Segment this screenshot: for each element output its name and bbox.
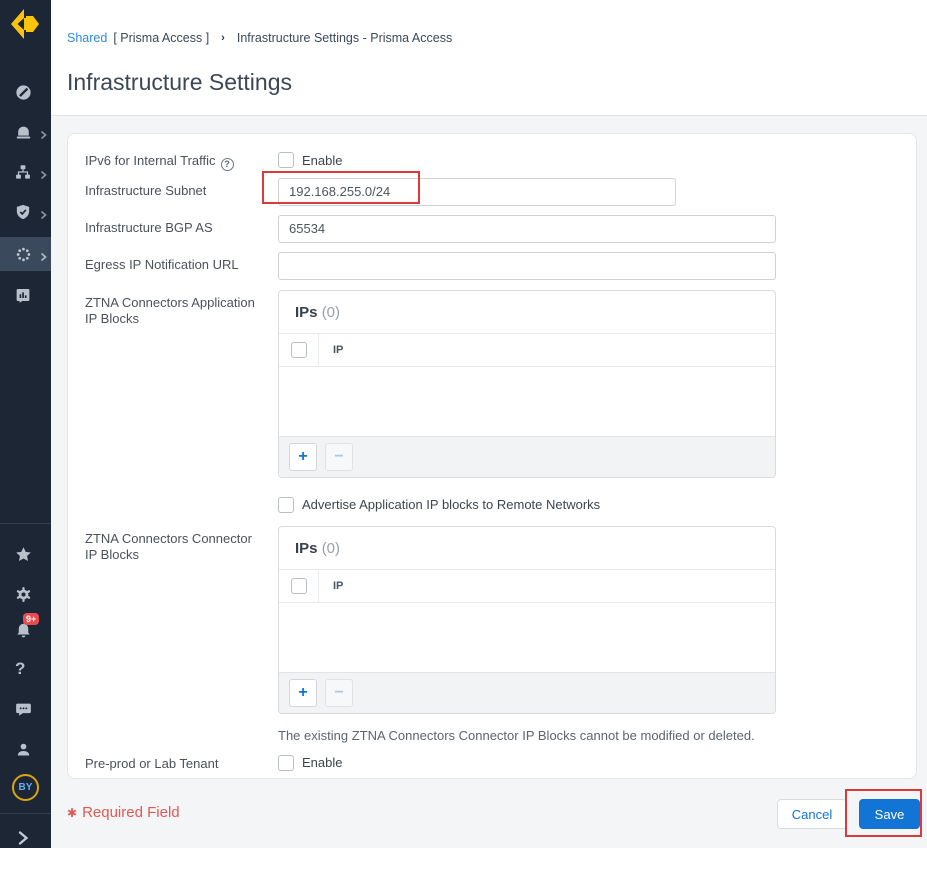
- chevron-right-icon: [39, 127, 48, 145]
- question-mark-icon: ?: [15, 659, 25, 679]
- table-title: IPs (0): [279, 527, 775, 569]
- bell-icon: 9+: [13, 620, 33, 640]
- connector-ip-blocks-label: ZTNA Connectors Connector IP Blocks: [85, 526, 278, 563]
- select-all-checkbox[interactable]: [291, 342, 307, 358]
- chevron-right-icon: [39, 207, 48, 225]
- person-icon: [13, 739, 33, 759]
- gauge-icon: [13, 82, 33, 102]
- table-column-header-row: IP: [279, 333, 775, 367]
- sitemap-icon: [13, 162, 33, 182]
- sidebar-divider: [0, 523, 51, 524]
- shield-check-icon: [13, 202, 33, 222]
- sidebar-item-network[interactable]: [0, 156, 51, 188]
- sidebar-item-dashboard[interactable]: [0, 76, 51, 108]
- subnet-label: Infrastructure Subnet: [85, 178, 278, 199]
- add-ip-button[interactable]: +: [289, 443, 317, 471]
- notification-count-badge: 9+: [23, 613, 39, 625]
- egress-url-label: Egress IP Notification URL: [85, 252, 278, 273]
- sidebar-item-favorites[interactable]: [0, 538, 51, 570]
- sidebar-item-notifications[interactable]: 9+: [0, 614, 51, 646]
- chevron-right-icon: [13, 828, 33, 848]
- page-title: Infrastructure Settings: [67, 69, 292, 96]
- egress-ip-notification-url-input[interactable]: [278, 252, 776, 280]
- chat-bubble-icon: [13, 699, 33, 719]
- connector-ip-blocks-table: IPs (0) IP + −: [278, 526, 776, 714]
- required-field-note: ✱Required Field: [67, 804, 180, 821]
- avatar-initials: BY: [19, 782, 33, 793]
- application-ip-blocks-table: IPs (0) IP + −: [278, 290, 776, 478]
- infrastructure-bgp-as-input[interactable]: [278, 215, 776, 243]
- table-footer: + −: [279, 672, 775, 713]
- ipv6-enable-checkbox[interactable]: [278, 152, 294, 168]
- preprod-enable-checkbox[interactable]: [278, 755, 294, 771]
- breadcrumb-scope: [ Prisma Access ]: [113, 31, 209, 45]
- table-empty-body: [279, 603, 775, 672]
- save-button[interactable]: Save: [859, 799, 920, 829]
- breadcrumb: Shared [ Prisma Access ] › Infrastructur…: [67, 31, 452, 45]
- palo-alto-networks-logo-icon: [7, 7, 43, 41]
- alarm-icon: [13, 122, 33, 142]
- breadcrumb-separator-icon: ›: [221, 32, 225, 44]
- advertise-ip-blocks-checkbox[interactable]: [278, 497, 294, 513]
- column-header-ip: IP: [319, 580, 343, 592]
- connector-blocks-note: The existing ZTNA Connectors Connector I…: [278, 728, 899, 743]
- sidebar-item-user[interactable]: [0, 733, 51, 765]
- sidebar-item-workflows-selected[interactable]: [0, 237, 51, 271]
- gear-icon: [13, 584, 33, 604]
- table-column-header-row: IP: [279, 569, 775, 603]
- sidebar-item-security[interactable]: [0, 196, 51, 228]
- table-footer: + −: [279, 436, 775, 477]
- sidebar-item-settings[interactable]: [0, 578, 51, 610]
- preprod-enable-label: Enable: [302, 755, 342, 770]
- infrastructure-subnet-input[interactable]: [278, 178, 676, 206]
- preprod-label: Pre-prod or Lab Tenant: [85, 755, 278, 772]
- sidebar: 9+ ? BY: [0, 0, 51, 848]
- sidebar-item-help[interactable]: ?: [0, 653, 51, 685]
- remove-ip-button[interactable]: −: [325, 679, 353, 707]
- column-header-ip: IP: [319, 344, 343, 356]
- remove-ip-button[interactable]: −: [325, 443, 353, 471]
- page-header: Shared [ Prisma Access ] › Infrastructur…: [51, 0, 927, 116]
- select-all-checkbox[interactable]: [291, 578, 307, 594]
- table-count: (0): [322, 304, 340, 321]
- app-ip-blocks-label: ZTNA Connectors Application IP Blocks: [85, 290, 278, 327]
- dotted-circle-icon: [13, 244, 33, 264]
- main-area: Shared [ Prisma Access ] › Infrastructur…: [51, 0, 927, 848]
- report-chart-icon: [13, 285, 33, 305]
- breadcrumb-current: Infrastructure Settings - Prisma Access: [237, 31, 452, 45]
- bgp-label: Infrastructure BGP AS: [85, 215, 278, 236]
- breadcrumb-shared-link[interactable]: Shared: [67, 31, 107, 45]
- avatar[interactable]: BY: [12, 774, 39, 801]
- settings-form-card: IPv6 for Internal Traffic? Enable Infras…: [67, 133, 917, 779]
- chevron-right-icon: [39, 249, 48, 267]
- required-asterisk: ✱: [67, 806, 77, 820]
- chevron-right-icon: [39, 167, 48, 185]
- table-empty-body: [279, 367, 775, 436]
- ipv6-label: IPv6 for Internal Traffic?: [85, 152, 278, 171]
- help-icon[interactable]: ?: [221, 158, 234, 171]
- star-icon: [13, 544, 33, 564]
- sidebar-item-monitor[interactable]: [0, 116, 51, 148]
- cancel-button[interactable]: Cancel: [777, 799, 847, 829]
- advertise-ip-blocks-label: Advertise Application IP blocks to Remot…: [302, 497, 600, 512]
- bottom-margin: [0, 848, 927, 869]
- app-screen: 9+ ? BY Shared: [0, 0, 927, 869]
- sidebar-divider: [0, 813, 51, 814]
- ipv6-enable-label: Enable: [302, 153, 342, 168]
- sidebar-item-reports[interactable]: [0, 279, 51, 311]
- add-ip-button[interactable]: +: [289, 679, 317, 707]
- table-title: IPs (0): [279, 291, 775, 333]
- sidebar-item-feedback[interactable]: [0, 693, 51, 725]
- table-count: (0): [322, 540, 340, 557]
